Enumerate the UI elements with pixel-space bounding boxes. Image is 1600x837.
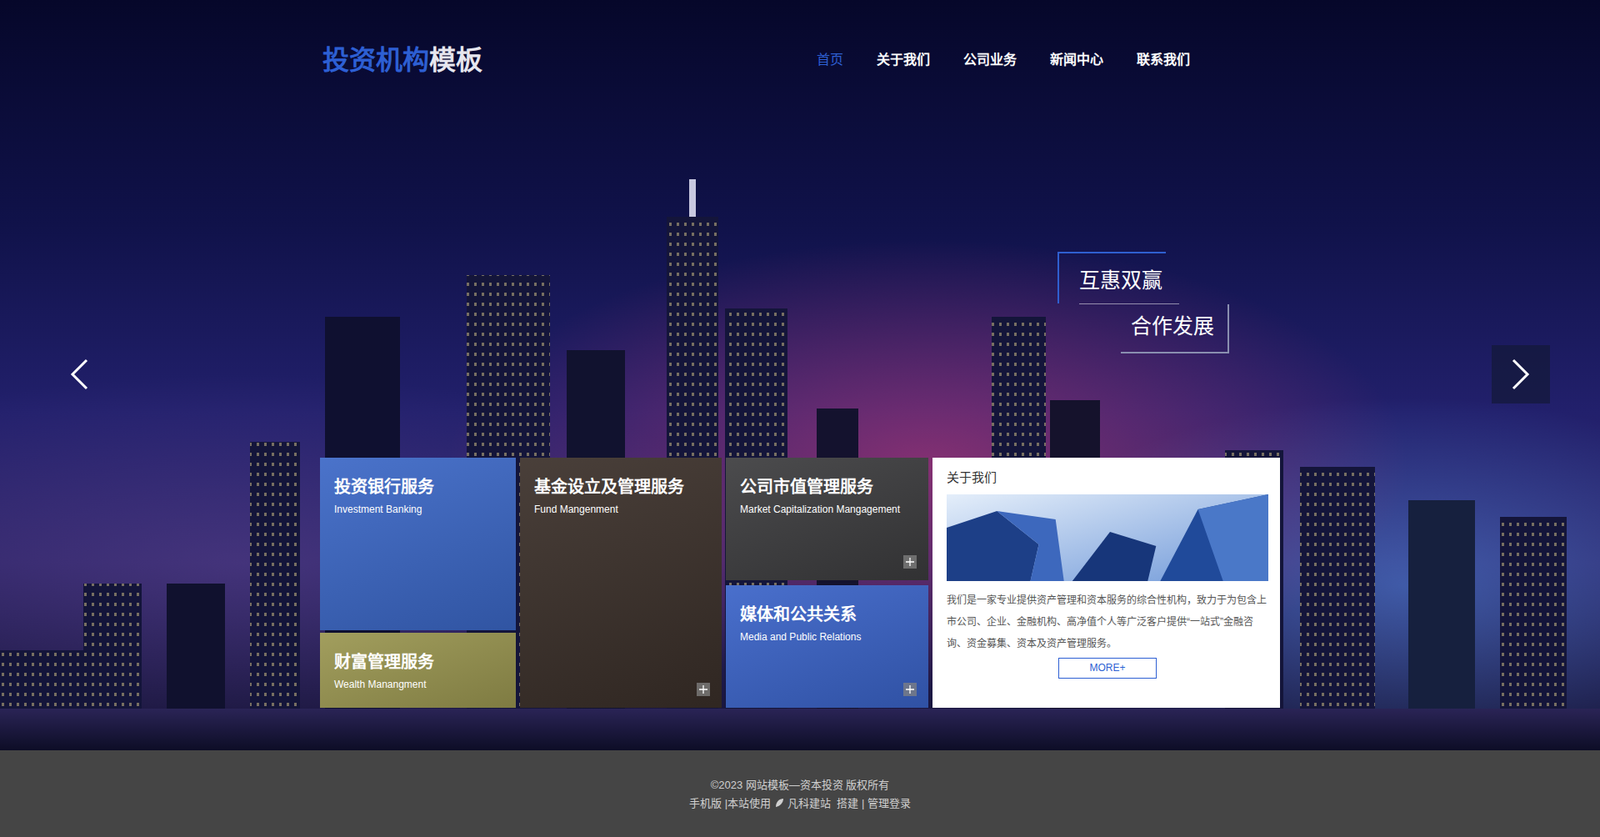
prev-slide-button[interactable]: [50, 345, 109, 404]
menu-label: 关于我们: [876, 52, 930, 67]
footer-links: 手机版 |本站使用 凡科建站 搭建 | 管理登录: [0, 794, 1600, 813]
service-title: 基金设立及管理服务: [534, 475, 710, 498]
logo-secondary: 模板: [429, 45, 483, 75]
service-subtitle: Fund Mangenment: [534, 501, 710, 517]
menu-label: 联系我们: [1136, 52, 1190, 67]
plus-icon[interactable]: [903, 555, 917, 569]
header: 投资机构模板 首页 关于我们 公司业务 新闻中心 联系我们: [320, 0, 1280, 79]
separator: |: [861, 796, 865, 810]
menu-label: 首页: [816, 52, 844, 67]
service-title: 投资银行服务: [334, 475, 505, 498]
banner: 互惠双赢 合作发展 投资机构模板 首页关于我们公司业务新闻中心联系我们 投资银行…: [0, 0, 1600, 750]
copyright: ©2023 网站模板—资本投资 版权所有: [0, 775, 1600, 795]
plus-icon: [905, 557, 915, 566]
service-column: 公司市值管理服务 Market Capitalization Mangagemen…: [725, 457, 929, 708]
service-subtitle: Wealth Manangment: [334, 676, 505, 692]
admin-link[interactable]: 管理登录: [867, 796, 911, 810]
powered-text: |本站使用: [725, 796, 771, 810]
service-tile[interactable]: 基金设立及管理服务 Fund Mangenment: [520, 457, 722, 708]
service-tile[interactable]: 公司市值管理服务 Market Capitalization Mangagemen…: [725, 457, 929, 580]
page-content: 投资机构模板 首页关于我们公司业务新闻中心联系我们 投资银行服务Investme…: [320, 0, 1280, 750]
brand-link[interactable]: 凡科建站: [787, 796, 831, 810]
footer: ©2023 网站模板—资本投资 版权所有 手机版 |本站使用 凡科建站 搭建 |…: [0, 750, 1600, 837]
menu-item: 新闻中心: [1050, 50, 1104, 70]
next-slide-button[interactable]: [1491, 345, 1550, 404]
plus-icon[interactable]: [903, 682, 917, 696]
service-title: 财富管理服务: [334, 650, 505, 673]
slide-caption: 互惠双赢 合作发展: [1057, 251, 1230, 354]
about-title: 关于我们: [946, 469, 1269, 486]
plus-icon: [699, 685, 708, 694]
about-card: 关于我们 我们是一家专业提供资产管理和资本服务的综合性机构，: [932, 457, 1280, 708]
service-tile-body: 财富管理服务 Wealth Manangment: [334, 650, 505, 692]
service-tile-body: 公司市值管理服务 Market Capitalization Mangagemen…: [740, 475, 917, 517]
main-menu: 首页 关于我们 公司业务 新闻中心 联系我们: [816, 50, 1190, 70]
menu-item: 首页: [816, 50, 844, 70]
caption-line: 互惠双赢: [1057, 251, 1166, 304]
plus-icon: [905, 685, 915, 694]
built-text: 搭建: [836, 796, 859, 810]
menu-link[interactable]: 联系我们: [1136, 52, 1190, 67]
caption-line: 合作发展: [1120, 304, 1230, 355]
service-subtitle: Investment Banking: [334, 501, 505, 517]
service-tile-body: 媒体和公共关系 Media and Public Relations: [740, 603, 917, 645]
menu-item: 关于我们: [876, 50, 930, 70]
about-text: 我们是一家专业提供资产管理和资本服务的综合性机构，致力于为包含上市公司、企业、金…: [946, 589, 1269, 655]
logo[interactable]: 投资机构模板: [322, 44, 483, 76]
service-title: 媒体和公共关系: [740, 603, 917, 625]
chevron-right-icon: [1510, 357, 1532, 391]
logo-primary: 投资机构: [322, 45, 430, 75]
plus-icon[interactable]: [696, 682, 710, 696]
services-panel: 投资银行服务 Investment Banking 财富管理服务 Wealth Man…: [320, 457, 1280, 708]
menu-link[interactable]: 公司业务: [963, 52, 1017, 67]
service-subtitle: Media and Public Relations: [740, 629, 917, 645]
service-tile-body: 投资银行服务 Investment Banking: [334, 475, 505, 517]
buildings-photo: [946, 494, 1269, 581]
menu-link[interactable]: 首页: [816, 52, 844, 67]
more-button[interactable]: MORE+: [1058, 657, 1156, 679]
menu-link[interactable]: 关于我们: [876, 52, 930, 67]
service-subtitle: Market Capitalization Mangagement: [740, 501, 917, 517]
mobile-link[interactable]: 手机版: [689, 796, 722, 810]
service-column: 基金设立及管理服务 Fund Mangenment: [520, 457, 722, 708]
menu-item: 联系我们: [1136, 50, 1190, 70]
service-tile-body: 基金设立及管理服务 Fund Mangenment: [534, 475, 710, 517]
menu-link[interactable]: 新闻中心: [1050, 52, 1104, 67]
menu-label: 新闻中心: [1050, 52, 1104, 67]
leaf-icon: [774, 797, 785, 808]
service-tile[interactable]: 媒体和公共关系 Media and Public Relations: [725, 585, 929, 708]
service-tile[interactable]: 财富管理服务 Wealth Manangment: [320, 632, 516, 708]
service-column: 投资银行服务 Investment Banking 财富管理服务 Wealth Man…: [320, 457, 516, 708]
menu-label: 公司业务: [963, 52, 1017, 67]
chevron-left-icon: [68, 357, 90, 391]
menu-item: 公司业务: [963, 50, 1017, 70]
service-title: 公司市值管理服务: [740, 475, 917, 498]
service-tile[interactable]: 投资银行服务 Investment Banking: [320, 457, 516, 630]
